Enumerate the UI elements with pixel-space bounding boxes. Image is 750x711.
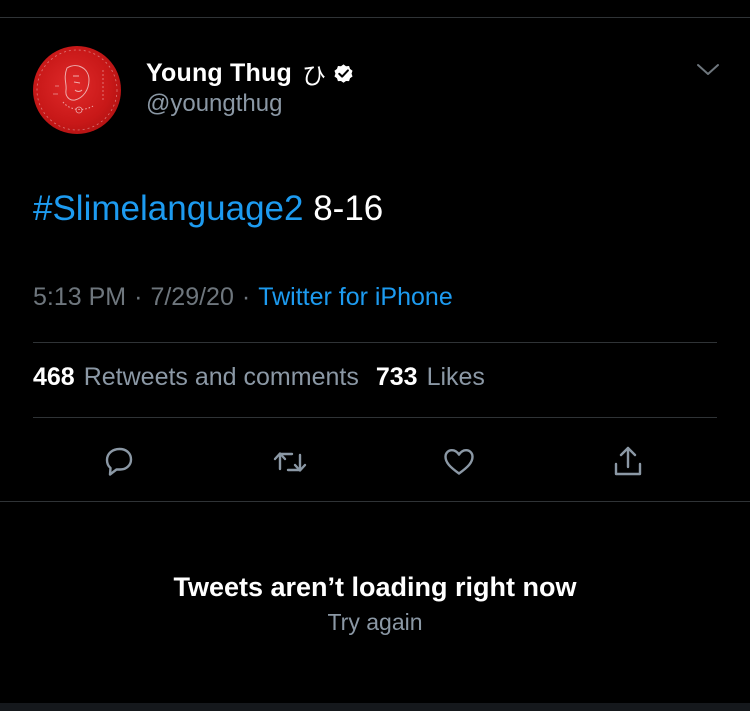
likes-stat[interactable]: 733 Likes	[376, 363, 485, 392]
tweet-stats: 468 Retweets and comments 733 Likes	[33, 363, 485, 392]
tweet-date[interactable]: 7/29/20	[150, 283, 233, 312]
top-divider	[0, 17, 750, 18]
likes-label: Likes	[426, 363, 485, 391]
tweet-text: #Slimelanguage2 8-16	[33, 186, 383, 232]
avatar[interactable]	[33, 46, 121, 134]
user-names: Young Thug ひ @youngthug	[146, 58, 355, 118]
like-button[interactable]	[437, 440, 481, 484]
likes-count: 733	[375, 363, 418, 391]
meta-separator: ·	[241, 283, 251, 311]
tweet-time[interactable]: 5:13 PM	[33, 283, 126, 312]
meta-separator: ·	[134, 283, 143, 311]
loading-error-notice: Tweets aren’t loading right now Try agai…	[0, 572, 750, 636]
reply-button[interactable]	[97, 440, 141, 484]
chevron-down-icon[interactable]	[696, 62, 720, 78]
retweets-stat[interactable]: 468 Retweets and comments	[33, 363, 359, 392]
avatar-artwork-icon	[36, 49, 118, 131]
try-again-button[interactable]: Try again	[327, 609, 422, 636]
display-name-glyph: ひ	[301, 61, 326, 90]
user-handle[interactable]: @youngthug	[146, 90, 355, 118]
tweet-text-rest: 8-16	[303, 189, 384, 228]
retweets-label: Retweets and comments	[83, 363, 359, 391]
bottom-bar	[0, 703, 750, 711]
retweet-icon	[273, 452, 307, 472]
share-button[interactable]	[606, 440, 650, 484]
like-icon	[444, 449, 474, 475]
reply-icon	[105, 447, 133, 476]
share-icon	[614, 446, 642, 476]
divider	[33, 417, 717, 418]
hashtag-link[interactable]: #Slimelanguage2	[33, 189, 303, 228]
tweet-meta: 5:13 PM · 7/29/20 · Twitter for iPhone	[33, 283, 453, 312]
verified-badge-icon	[332, 62, 355, 85]
divider	[0, 501, 750, 502]
retweets-count: 468	[33, 363, 75, 391]
retweet-button[interactable]	[268, 440, 312, 484]
tweet-actions	[0, 440, 750, 484]
tweet-header: Young Thug ひ @youngthug	[33, 46, 720, 136]
notice-title: Tweets aren’t loading right now	[173, 572, 577, 602]
divider	[33, 342, 717, 343]
tweet-source-link[interactable]: Twitter for iPhone	[258, 283, 453, 312]
display-name-row: Young Thug ひ	[146, 58, 355, 90]
display-name[interactable]: Young Thug	[146, 59, 292, 88]
